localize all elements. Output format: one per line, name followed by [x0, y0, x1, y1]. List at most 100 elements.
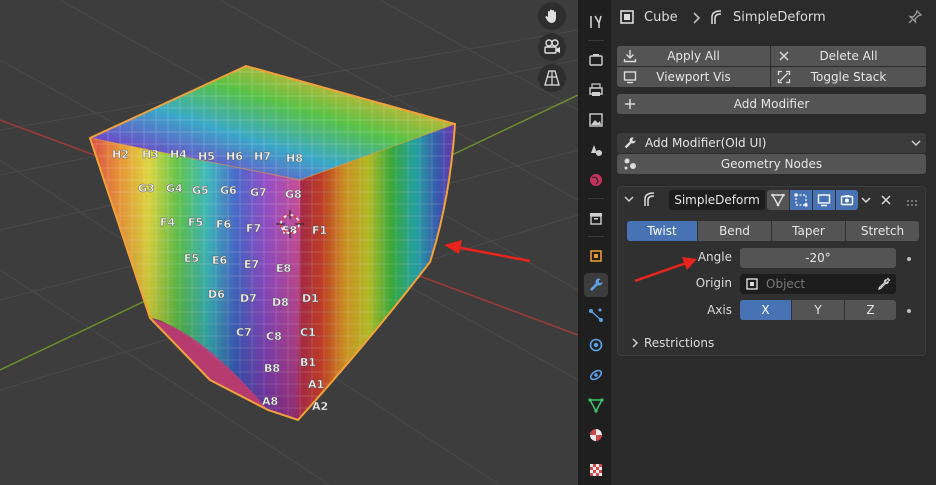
- cube-label: H2: [112, 148, 129, 161]
- tab-constraints[interactable]: [584, 363, 608, 387]
- drag-handle-icon[interactable]: [906, 196, 920, 210]
- breadcrumb-chevron-icon: [691, 11, 701, 28]
- cube-label: G7: [250, 186, 267, 199]
- edit-mode-toggle[interactable]: [767, 190, 789, 210]
- tab-modifiers[interactable]: [584, 273, 608, 297]
- mode-twist-button[interactable]: Twist: [627, 221, 697, 241]
- collapse-chevron-icon[interactable]: [623, 193, 635, 208]
- breadcrumb-modifier-name: SimpleDeform: [733, 10, 826, 25]
- physics-icon: [589, 338, 603, 352]
- properties-editor: Cube SimpleDeform Apply All Delete All V…: [611, 0, 936, 485]
- origin-placeholder: Object: [766, 277, 806, 291]
- tab-tool[interactable]: [584, 10, 608, 34]
- cube-label: F7: [246, 222, 261, 235]
- cube-label: E8: [276, 262, 291, 275]
- modifier-name-field[interactable]: SimpleDeform: [669, 190, 765, 210]
- add-modifier-old-ui-dropdown[interactable]: Add Modifier(Old UI): [617, 133, 926, 153]
- image-icon: [589, 113, 603, 127]
- cube-label: H8: [286, 152, 303, 165]
- tab-collection[interactable]: [584, 206, 608, 230]
- cube-label: G3: [138, 182, 155, 195]
- cube-label: H6: [226, 150, 243, 163]
- cube-label: G8: [285, 188, 302, 201]
- tab-material[interactable]: [584, 423, 608, 447]
- cube-label: H7: [254, 150, 271, 163]
- angle-field[interactable]: -20°: [740, 248, 896, 268]
- tab-scene[interactable]: [584, 138, 608, 162]
- annotation-arrow-icon: [634, 257, 697, 283]
- mode-taper-button[interactable]: Taper: [772, 221, 845, 241]
- modifier-options-chevron-icon[interactable]: [859, 193, 873, 210]
- tab-data[interactable]: [584, 393, 608, 417]
- cube-label: C8: [266, 330, 282, 343]
- particles-icon: [589, 308, 603, 322]
- tab-particles[interactable]: [584, 303, 608, 327]
- close-icon: [777, 49, 791, 66]
- hand-icon: [545, 9, 556, 23]
- eyedropper-icon[interactable]: [877, 277, 891, 294]
- cube-label: H5: [198, 150, 215, 163]
- monitor-icon: [817, 194, 831, 207]
- 3d-viewport[interactable]: H2 H3 H4 H5 H6 H7 H8 G3 G4 G5 G6 G7 G8 F…: [0, 0, 578, 485]
- object-icon: [590, 250, 602, 262]
- remove-modifier-icon[interactable]: [879, 193, 893, 210]
- axis-x-button[interactable]: X: [740, 300, 791, 320]
- restrictions-chevron-icon[interactable]: [630, 337, 640, 352]
- animate-property-dot[interactable]: [907, 309, 911, 313]
- tab-object[interactable]: [584, 244, 608, 268]
- cube-label: F5: [188, 216, 203, 229]
- add-modifier-button[interactable]: Add Modifier: [617, 94, 926, 114]
- geometry-nodes-button[interactable]: Geometry Nodes: [617, 154, 926, 174]
- cube-label: C7: [236, 326, 252, 339]
- tab-output[interactable]: [584, 78, 608, 102]
- camera-icon: [840, 195, 854, 206]
- cube-label: D8: [272, 296, 289, 309]
- toggle-stack-button[interactable]: Toggle Stack: [771, 67, 926, 87]
- apply-all-button[interactable]: Apply All: [617, 46, 770, 66]
- render-icon: [589, 54, 603, 66]
- viewport-vis-button[interactable]: Viewport Vis: [617, 67, 770, 87]
- cube-label: F1: [312, 224, 327, 237]
- cube-label: E6: [212, 254, 228, 267]
- annotation-arrow-icon: [444, 240, 531, 263]
- axis-y-button[interactable]: Y: [792, 300, 844, 320]
- properties-tab-bar: [581, 0, 611, 485]
- cube-label: A8: [262, 395, 278, 408]
- axis-z-button[interactable]: Z: [845, 300, 896, 320]
- camera-view-button[interactable]: [538, 33, 566, 61]
- animate-property-dot[interactable]: [907, 257, 911, 261]
- pin-icon[interactable]: [907, 9, 923, 28]
- tab-texture[interactable]: [584, 458, 608, 482]
- delete-all-button[interactable]: Delete All: [771, 46, 926, 66]
- mode-bend-button[interactable]: Bend: [698, 221, 771, 241]
- wrench-icon: [590, 278, 603, 291]
- scene-icon: [591, 145, 602, 156]
- mesh-data-icon: [588, 398, 604, 413]
- cube-label: D1: [302, 292, 319, 305]
- mode-stretch-button[interactable]: Stretch: [846, 221, 919, 241]
- tab-render[interactable]: [584, 48, 608, 72]
- cube-label: F4: [160, 216, 176, 229]
- tab-physics[interactable]: [584, 333, 608, 357]
- on-cage-toggle[interactable]: [790, 190, 812, 210]
- toggle-perspective-button[interactable]: [538, 64, 566, 92]
- cube-label: C1: [300, 326, 316, 339]
- chevron-down-icon: [910, 136, 922, 153]
- tool-icon: [590, 15, 602, 28]
- cube-label: E7: [244, 258, 259, 271]
- cube-label: G5: [192, 184, 209, 197]
- tab-world[interactable]: [584, 168, 608, 192]
- object-icon: [619, 9, 637, 27]
- fullscreen-icon: [777, 70, 791, 87]
- viewport-display-toggle[interactable]: [813, 190, 835, 210]
- origin-object-field[interactable]: Object: [740, 274, 896, 294]
- tab-view-layer[interactable]: [584, 108, 608, 132]
- cube-label: H4: [170, 148, 187, 161]
- cube-label: B8: [264, 362, 280, 375]
- edit-mode-icon: [771, 193, 785, 207]
- world-icon: [590, 174, 602, 186]
- pan-view-button[interactable]: [538, 2, 566, 30]
- render-toggle[interactable]: [836, 190, 858, 210]
- restrictions-subpanel-header[interactable]: Restrictions: [644, 336, 714, 350]
- cube-label: F6: [216, 218, 232, 231]
